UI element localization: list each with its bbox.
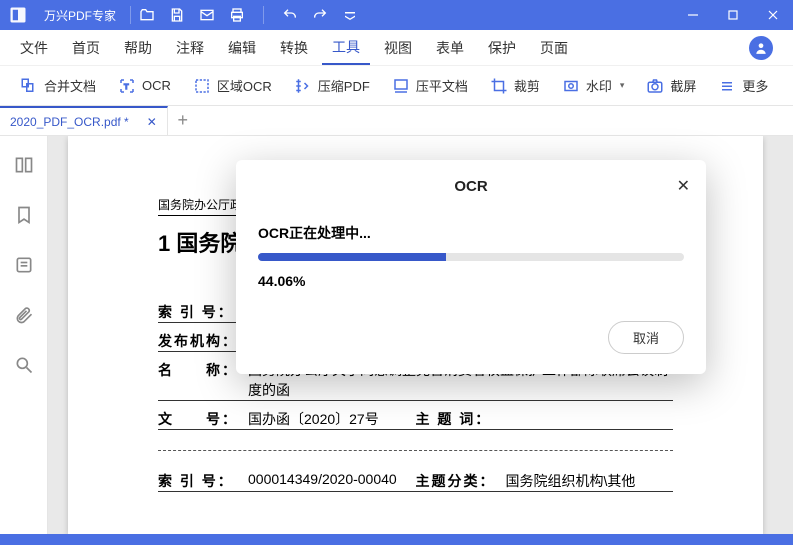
- menu-protect[interactable]: 保护: [478, 32, 526, 64]
- title-bar: 万兴PDF专家: [0, 0, 793, 30]
- crop-label: 裁剪: [514, 76, 540, 95]
- menu-help[interactable]: 帮助: [114, 32, 162, 64]
- progress-fill: [258, 253, 446, 261]
- dialog-title: OCR: [258, 178, 684, 195]
- merge-label: 合并文档: [44, 76, 96, 95]
- merge-icon: [20, 77, 38, 95]
- tab-bar: 2020_PDF_OCR.pdf * ✕ +: [0, 106, 793, 136]
- watermark-icon: [562, 77, 580, 95]
- tab-close-icon[interactable]: ✕: [147, 115, 157, 129]
- more-label: 更多: [742, 76, 768, 95]
- redo-icon[interactable]: [310, 5, 330, 25]
- maximize-button[interactable]: [713, 0, 753, 30]
- header-text: 国务院办公厅政: [158, 196, 242, 213]
- svg-text:T: T: [124, 82, 129, 91]
- compress-label: 压缩PDF: [318, 76, 370, 95]
- menu-edit[interactable]: 编辑: [218, 32, 266, 64]
- area-ocr-label: 区域OCR: [217, 76, 272, 95]
- name-label: 名 称：: [158, 360, 240, 401]
- more-quick-icon[interactable]: [340, 5, 360, 25]
- flatten-icon: [392, 77, 410, 95]
- area-ocr-icon: [193, 77, 211, 95]
- doc-value: 国办函〔2020〕27号: [240, 409, 416, 430]
- agency-label: 发布机构：: [158, 331, 240, 352]
- attachment-icon[interactable]: [13, 304, 35, 326]
- print-icon[interactable]: [227, 5, 247, 25]
- watermark-button[interactable]: 水印 ▾: [554, 72, 633, 99]
- thumbnails-icon[interactable]: [13, 154, 35, 176]
- compress-icon: [294, 77, 312, 95]
- ocr-button[interactable]: T OCR: [110, 73, 179, 99]
- save-icon[interactable]: [167, 5, 187, 25]
- separator: [263, 6, 264, 24]
- progress-percent: 44.06%: [258, 273, 684, 289]
- mail-icon[interactable]: [197, 5, 217, 25]
- menu-forms[interactable]: 表单: [426, 32, 474, 64]
- more-icon: [718, 77, 736, 95]
- menu-bar: 文件 首页 帮助 注释 编辑 转换 工具 视图 表单 保护 页面: [0, 30, 793, 66]
- cat-value: 国务院组织机构\其他: [498, 471, 674, 492]
- quick-access: [137, 5, 360, 25]
- dialog-status: OCR正在处理中...: [258, 223, 684, 243]
- status-bar: [0, 534, 793, 545]
- screenshot-button[interactable]: 截屏: [638, 72, 704, 99]
- separator-line: [158, 450, 673, 451]
- progress-bar: [258, 253, 684, 261]
- menu-page[interactable]: 页面: [530, 32, 578, 64]
- menu-comment[interactable]: 注释: [166, 32, 214, 64]
- app-title: 万兴PDF专家: [36, 7, 124, 24]
- flatten-button[interactable]: 压平文档: [384, 72, 476, 99]
- cat-label: 主题分类：: [416, 471, 498, 492]
- tab-title: 2020_PDF_OCR.pdf *: [10, 115, 129, 129]
- separator: [130, 6, 131, 24]
- dialog-close-button[interactable]: ✕: [677, 176, 690, 196]
- area-ocr-button[interactable]: 区域OCR: [185, 72, 280, 99]
- doc-label: 文 号：: [158, 409, 240, 430]
- index-label-2: 索 引 号：: [158, 471, 240, 492]
- crop-button[interactable]: 裁剪: [482, 72, 548, 99]
- open-icon[interactable]: [137, 5, 157, 25]
- menu-tools[interactable]: 工具: [322, 31, 370, 65]
- flatten-label: 压平文档: [416, 76, 468, 95]
- index-label: 索 引 号：: [158, 302, 240, 323]
- account-button[interactable]: [749, 36, 773, 60]
- index-value-2: 000014349/2020-00040: [240, 471, 416, 492]
- bookmark-icon[interactable]: [13, 204, 35, 226]
- subject-label: 主 题 词：: [416, 409, 498, 430]
- compress-button[interactable]: 压缩PDF: [286, 72, 378, 99]
- left-sidebar: [0, 136, 48, 534]
- screenshot-label: 截屏: [670, 76, 696, 95]
- crop-icon: [490, 77, 508, 95]
- search-icon[interactable]: [13, 354, 35, 376]
- close-button[interactable]: [753, 0, 793, 30]
- comments-icon[interactable]: [13, 254, 35, 276]
- dropdown-icon: ▾: [620, 80, 625, 91]
- minimize-button[interactable]: [673, 0, 713, 30]
- ocr-icon: T: [118, 77, 136, 95]
- cancel-button[interactable]: 取消: [608, 321, 684, 354]
- ocr-label: OCR: [142, 78, 171, 93]
- merge-button[interactable]: 合并文档: [12, 72, 104, 99]
- menu-file[interactable]: 文件: [10, 32, 58, 64]
- undo-icon[interactable]: [280, 5, 300, 25]
- camera-icon: [646, 77, 664, 95]
- document-tab[interactable]: 2020_PDF_OCR.pdf * ✕: [0, 106, 168, 135]
- tools-toolbar: 合并文档 T OCR 区域OCR 压缩PDF 压平文档 裁剪 水印 ▾ 截屏 更多: [0, 66, 793, 106]
- tab-add-button[interactable]: +: [168, 106, 198, 135]
- menu-home[interactable]: 首页: [62, 32, 110, 64]
- more-button[interactable]: 更多: [710, 72, 776, 99]
- watermark-label: 水印: [586, 76, 612, 95]
- app-logo: [0, 6, 36, 24]
- menu-view[interactable]: 视图: [374, 32, 422, 64]
- menu-convert[interactable]: 转换: [270, 32, 318, 64]
- ocr-progress-dialog: OCR ✕ OCR正在处理中... 44.06% 取消: [236, 160, 706, 374]
